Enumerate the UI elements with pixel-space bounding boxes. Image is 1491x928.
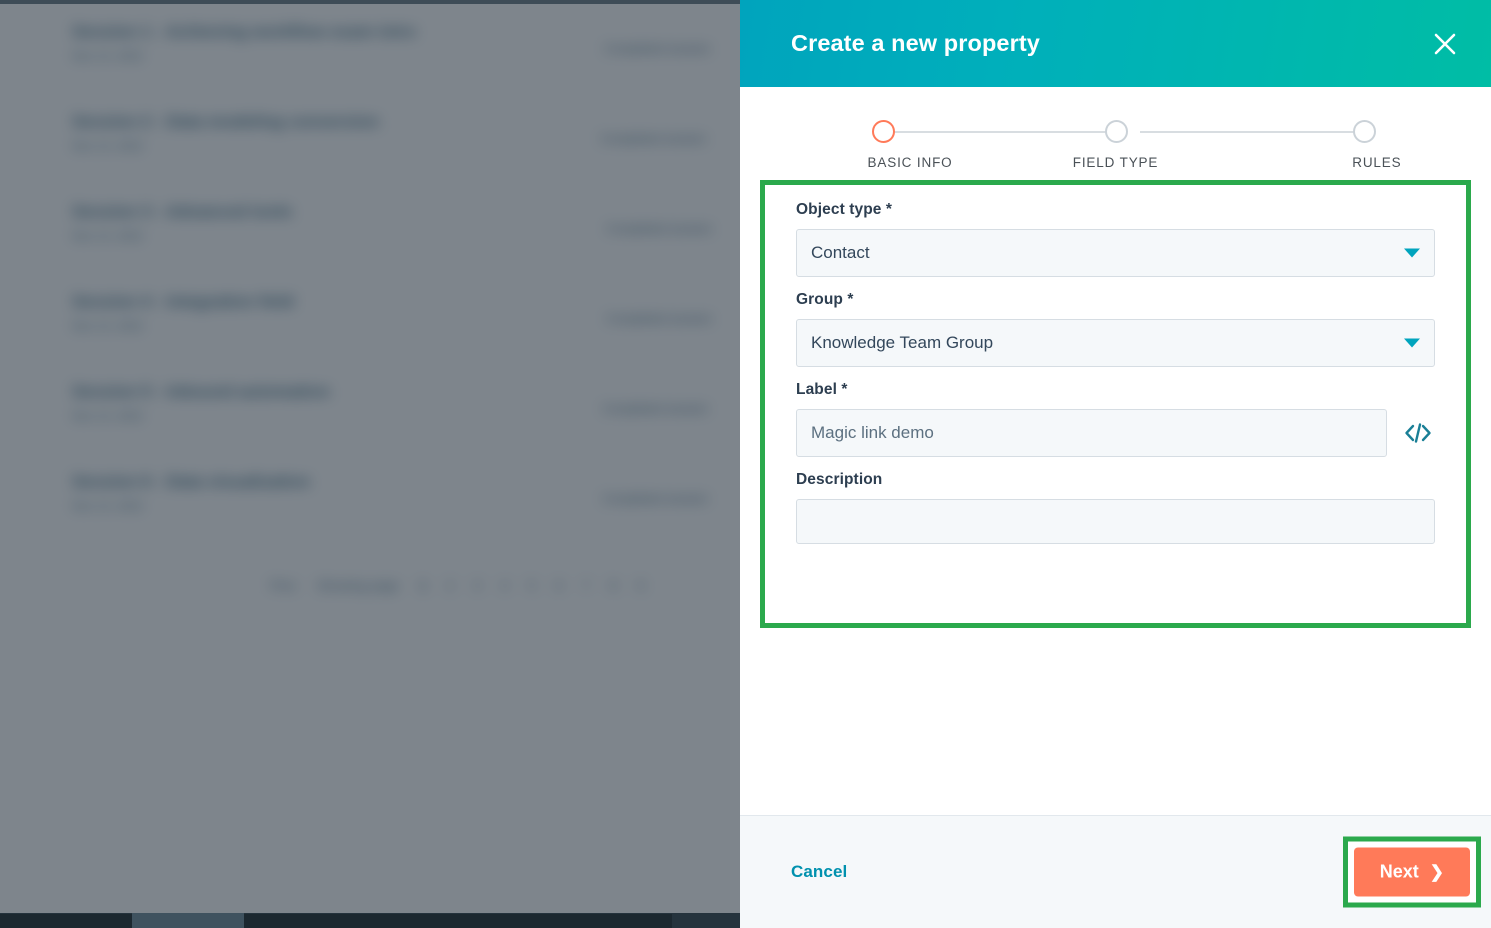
basic-info-form-highlight: Object type * Contact Group * Knowledge … <box>760 180 1471 628</box>
modal-body: Object type * Contact Group * Knowledge … <box>740 173 1491 815</box>
object-type-select[interactable]: Contact <box>796 229 1435 277</box>
object-type-label: Object type * <box>796 201 893 218</box>
description-field: Description <box>796 471 1435 549</box>
description-label: Description <box>796 471 883 488</box>
horizontal-scrollbar-track <box>0 914 672 928</box>
group-select-wrap: Knowledge Team Group <box>796 319 1435 367</box>
object-type-field: Object type * Contact <box>796 201 1435 277</box>
label-field-label: Label * <box>796 381 848 398</box>
create-property-modal: Create a new property BASIC INFO FIELD T… <box>740 0 1491 928</box>
step-dot-field-type[interactable] <box>1104 120 1128 143</box>
label-input[interactable] <box>796 409 1387 457</box>
step-connector-line <box>1139 131 1364 133</box>
group-select[interactable]: Knowledge Team Group <box>796 319 1435 367</box>
horizontal-scrollbar-thumb[interactable] <box>132 913 244 928</box>
step-label-basic-info: BASIC INFO <box>867 155 953 170</box>
label-field-group: Label * <box>796 381 1435 457</box>
modal-footer: Cancel Next ❯ <box>740 815 1491 928</box>
code-icon[interactable] <box>1401 416 1435 450</box>
step-indicator: BASIC INFO FIELD TYPE RULES <box>740 87 1491 173</box>
basic-info-form: Object type * Contact Group * Knowledge … <box>765 185 1466 549</box>
step-dot-rules[interactable] <box>1352 120 1376 143</box>
chevron-right-icon: ❯ <box>1429 862 1444 882</box>
modal-header: Create a new property <box>740 0 1491 87</box>
step-label-field-type: FIELD TYPE <box>1072 155 1159 170</box>
step-label-rules: RULES <box>1352 155 1402 170</box>
next-button-highlight: Next ❯ <box>1342 836 1481 908</box>
step-indicator-labels: BASIC INFO FIELD TYPE RULES <box>786 155 1446 173</box>
page-title: Create a new property <box>791 30 1040 56</box>
next-button-label: Next <box>1379 861 1419 882</box>
step-indicator-track <box>866 120 1376 144</box>
step-dot-basic-info[interactable] <box>871 120 895 143</box>
cancel-button[interactable]: Cancel <box>791 862 847 882</box>
description-textarea[interactable] <box>796 499 1435 544</box>
next-button[interactable]: Next ❯ <box>1353 847 1470 897</box>
object-type-select-wrap: Contact <box>796 229 1435 277</box>
label-field-row <box>796 409 1435 457</box>
step-connector-line <box>891 131 1116 133</box>
group-field: Group * Knowledge Team Group <box>796 291 1435 367</box>
close-icon[interactable] <box>1425 24 1465 64</box>
group-label: Group * <box>796 291 854 308</box>
